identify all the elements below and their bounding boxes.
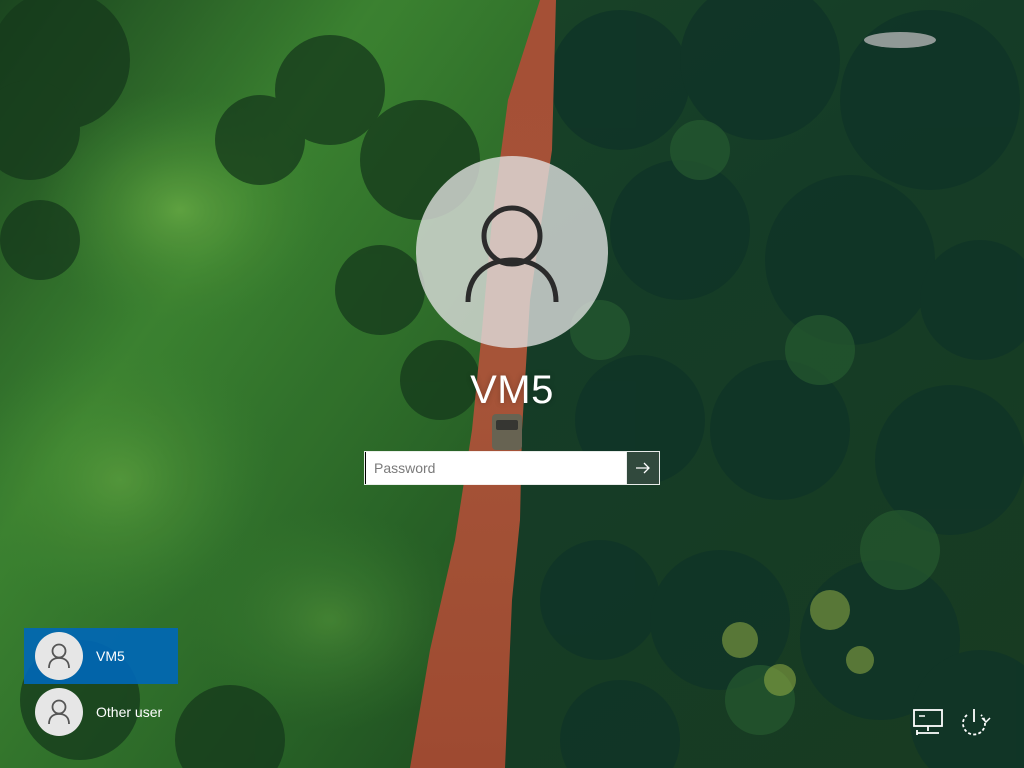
user-icon [465,205,559,303]
power-icon [962,709,991,736]
arrow-right-icon [636,462,650,474]
user-tile-vm5[interactable]: VM5 [24,628,178,684]
power-button[interactable] [956,704,992,740]
network-icon [913,709,943,735]
user-tile-label: VM5 [96,648,125,664]
submit-button[interactable] [626,452,659,484]
network-button[interactable] [910,704,946,740]
avatar [35,688,83,736]
password-input[interactable] [365,452,626,484]
user-tile-label: Other user [96,704,163,720]
user-icon [48,643,70,669]
account-name: VM5 [470,368,554,412]
big-user-avatar [416,156,608,348]
user-tile-other-user[interactable]: Other user [24,684,178,740]
password-box [364,451,660,485]
lock-screen: VM5 VM5 Other user [0,0,1024,768]
avatar [35,632,83,680]
user-switcher: VM5 Other user [24,628,178,740]
user-icon [48,699,70,725]
